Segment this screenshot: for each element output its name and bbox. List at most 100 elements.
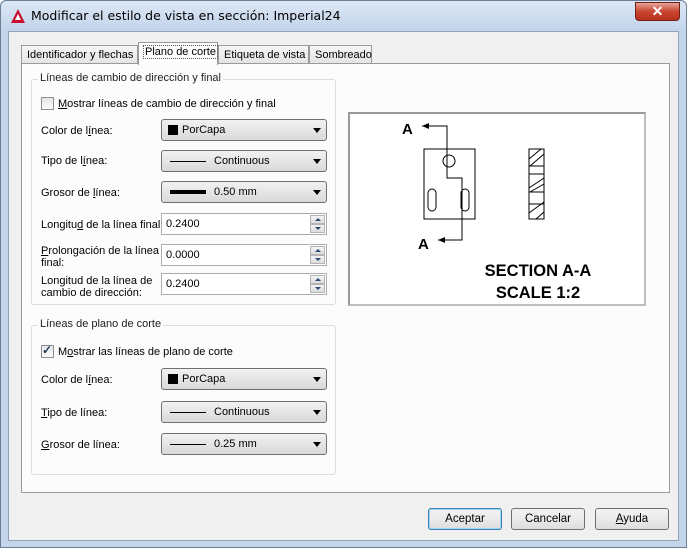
spin-up-icon[interactable] [310, 246, 325, 255]
label-text: rosor de línea: [49, 439, 120, 451]
group-title: Líneas de cambio de dirección y final [38, 72, 223, 84]
help-button[interactable]: Ayuda [595, 508, 669, 530]
line-color-label: Color de línea: [41, 125, 113, 137]
label-text: final: [41, 257, 65, 269]
section-view-preview: A A SECTION A-A SCALE 1:2 [348, 112, 646, 306]
chevron-down-icon [313, 442, 321, 447]
arrow-left-icon [422, 123, 429, 129]
spin-down-icon[interactable] [310, 224, 325, 233]
spin-down-icon[interactable] [310, 255, 325, 264]
end-line-length-spinner[interactable]: 0.2400 [161, 213, 327, 235]
label-text: cambio de dirección: [41, 287, 142, 299]
label-text: rolongación de la línea [48, 245, 160, 257]
cutting-plane-line [422, 125, 463, 241]
section-marker-bottom: A [418, 236, 429, 253]
tab-sombreado[interactable]: Sombreado [309, 45, 372, 64]
chevron-down-icon [313, 410, 321, 415]
bend-line-color-dropdown[interactable]: PorCapa [161, 119, 327, 141]
close-icon: ✕ [651, 3, 664, 19]
show-bend-lines-checkbox[interactable] [41, 97, 54, 110]
plane-lineweight-dropdown[interactable]: 0.25 mm [161, 433, 327, 455]
color-swatch [168, 125, 178, 135]
spin-up-icon[interactable] [310, 215, 325, 224]
chevron-down-icon [313, 128, 321, 133]
tab-etiqueta-de-vista[interactable]: Etiqueta de vista [218, 45, 309, 64]
part-section-view [528, 148, 545, 220]
label-mnemonic: G [41, 439, 50, 451]
close-button[interactable]: ✕ [635, 2, 680, 21]
label-text: Color de l [41, 125, 89, 137]
dialog-window: Modificar el estilo de vista en sección:… [0, 0, 687, 548]
check-icon: ✓ [42, 343, 53, 357]
chevron-down-icon [313, 190, 321, 195]
group-title: Líneas de plano de corte [38, 318, 164, 330]
show-cutting-plane-checkbox[interactable]: ✓ [41, 343, 54, 358]
cutting-plane-group: Líneas de plano de corte ✓ Mostrar las l… [31, 318, 336, 475]
lineweight-sample [170, 444, 206, 445]
lineweight-label: Grosor de línea: [41, 187, 120, 199]
dropdown-value: PorCapa [182, 124, 226, 136]
label-text: Longitu [41, 219, 78, 231]
cancel-button[interactable]: Cancelar [511, 508, 585, 530]
chevron-down-icon [313, 377, 321, 382]
plane-lineweight-label: Grosor de línea: [41, 439, 120, 451]
end-extension-label: Prolongación de la línea final: [41, 245, 159, 269]
label-mnemonic: M [58, 98, 68, 110]
tab-identificador-flechas[interactable]: Identificador y flechas [21, 45, 138, 64]
linetype-sample [170, 161, 206, 162]
label-text: Tipo de l [41, 155, 83, 167]
tab-plano-de-corte[interactable]: Plano de corte [138, 42, 218, 65]
plane-line-color-dropdown[interactable]: PorCapa [161, 368, 327, 390]
spin-down-icon[interactable] [310, 284, 325, 293]
spinner-buttons [310, 246, 325, 264]
bend-lineweight-dropdown[interactable]: 0.50 mm [161, 181, 327, 203]
dropdown-value: 0.25 mm [214, 438, 257, 450]
label-text: nea: [91, 125, 113, 137]
window-title: Modificar el estilo de vista en sección:… [31, 8, 341, 23]
bend-linetype-dropdown[interactable]: Continuous [161, 150, 327, 172]
spinner-value: 0.2400 [166, 218, 200, 230]
tab-panel-plano-de-corte: Líneas de cambio de dirección y final Mo… [21, 63, 670, 493]
label-text: de la línea final: [83, 219, 164, 231]
bend-lines-group: Líneas de cambio de dirección y final Mo… [31, 72, 336, 305]
dropdown-value: Continuous [214, 155, 270, 167]
linetype-sample [170, 412, 206, 413]
tab-label: Identificador y flechas [27, 49, 134, 61]
dialog-client-area: Identificador y flechas Plano de corte E… [8, 31, 679, 541]
label-text: Longitud de la línea de [41, 275, 153, 287]
section-preview-drawing: A A SECTION A-A SCALE 1:2 [402, 121, 592, 302]
plane-linetype-dropdown[interactable]: Continuous [161, 401, 327, 423]
plane-linetype-label: Tipo de línea: [41, 407, 107, 419]
tab-label: Plano de corte [143, 45, 218, 59]
ok-button[interactable]: Aceptar [428, 508, 502, 530]
dropdown-value: 0.50 mm [214, 186, 257, 198]
lineweight-sample [170, 190, 206, 194]
preview-caption-title: SECTION A-A [485, 262, 592, 280]
end-extension-spinner[interactable]: 0.0000 [161, 244, 327, 266]
label-text: M [58, 346, 68, 358]
label-text: ipo de línea: [47, 407, 108, 419]
show-cutting-plane-label[interactable]: Mostrar las líneas de plano de corte [58, 346, 233, 358]
tab-label: Etiqueta de vista [224, 49, 306, 61]
label-text: strar las líneas de plano de corte [73, 346, 233, 358]
linetype-label: Tipo de línea: [41, 155, 107, 167]
spinner-value: 0.2400 [166, 278, 200, 290]
autocad-logo-icon [11, 9, 25, 23]
show-bend-lines-label[interactable]: Mostrar líneas de cambio de dirección y … [58, 98, 276, 110]
label-text: Grosor de [41, 187, 93, 199]
spin-up-icon[interactable] [310, 275, 325, 284]
bend-length-label: Longitud de la línea de cambio de direcci… [41, 275, 152, 299]
part-front-view [423, 148, 476, 220]
label-text: nea: [91, 374, 113, 386]
dropdown-value: Continuous [214, 406, 270, 418]
spinner-buttons [310, 275, 325, 293]
arrow-left-icon [438, 237, 445, 243]
button-text: yuda [623, 513, 649, 525]
preview-caption-scale: SCALE 1:2 [496, 284, 580, 302]
bend-length-spinner[interactable]: 0.2400 [161, 273, 327, 295]
section-marker-top: A [402, 121, 413, 138]
color-swatch [168, 374, 178, 384]
chevron-down-icon [313, 159, 321, 164]
label-text: ínea: [95, 187, 120, 199]
title-bar[interactable]: Modificar el estilo de vista en sección:… [1, 1, 686, 31]
